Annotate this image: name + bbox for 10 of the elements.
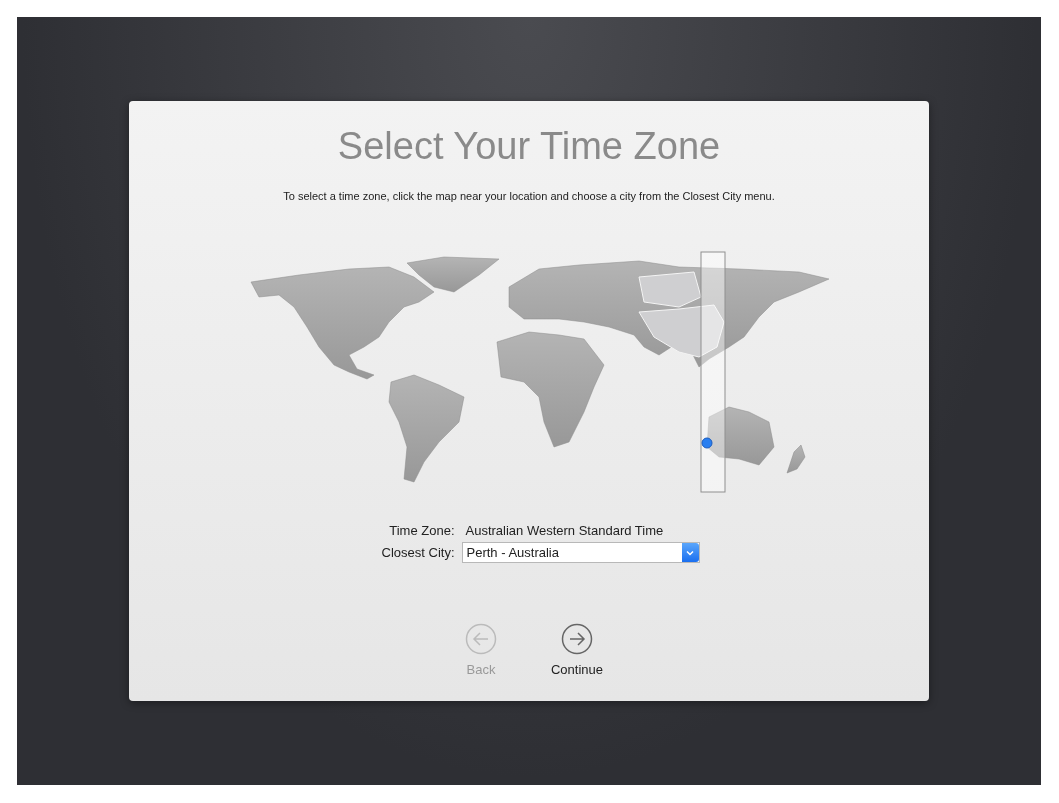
instruction-text: To select a time zone, click the map near your location and choose a city from the Closest City menu. bbox=[283, 190, 775, 202]
time-zone-label: Time Zone: bbox=[388, 523, 455, 538]
closest-city-dropdown[interactable]: Perth - Australia bbox=[461, 542, 700, 563]
page-title: Select Your Time Zone bbox=[337, 125, 721, 168]
time-zone-value: Australian Western Standard Time bbox=[464, 523, 664, 538]
chevron-down-icon bbox=[681, 543, 699, 562]
arrow-right-icon bbox=[561, 623, 593, 655]
arrow-left-icon bbox=[465, 623, 497, 655]
closest-city-label: Closest City: bbox=[380, 545, 455, 560]
continue-button[interactable]: Continue bbox=[549, 623, 605, 677]
